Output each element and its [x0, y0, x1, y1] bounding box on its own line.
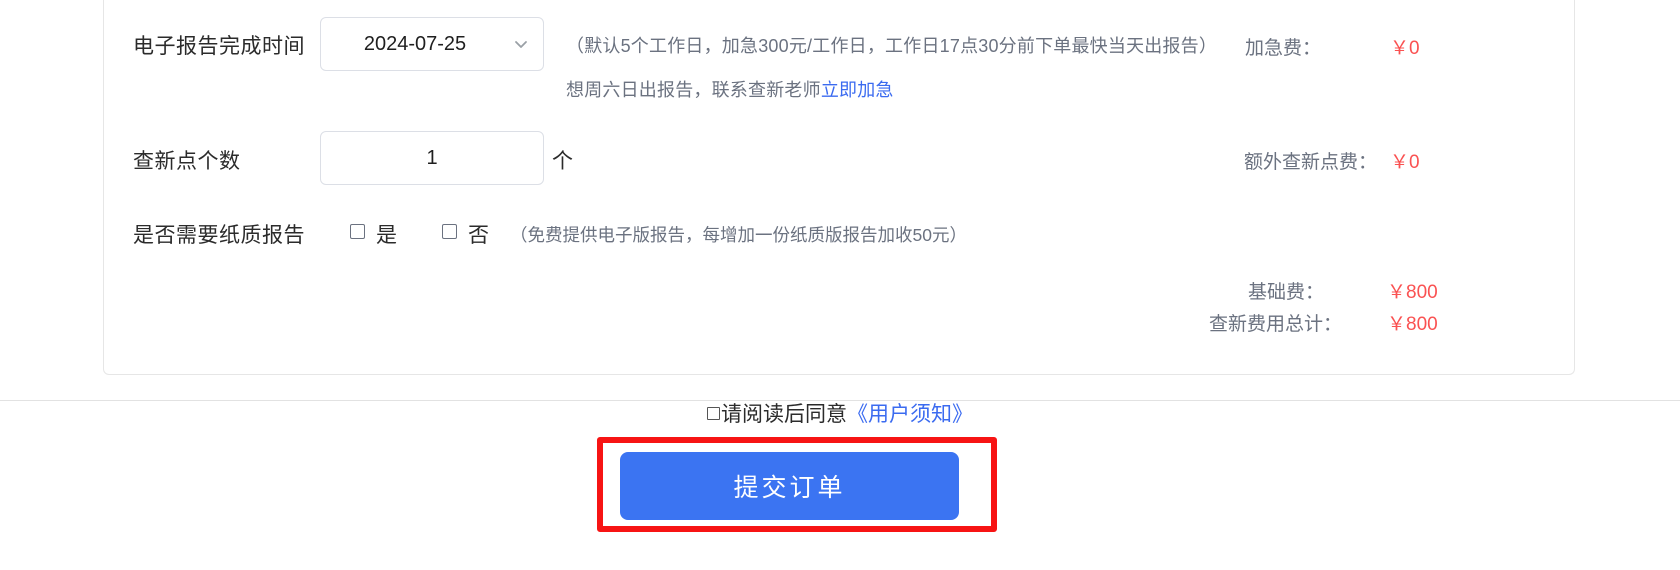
paper-report-note: （免费提供电子版报告，每增加一份纸质版报告加收50元） [510, 225, 967, 245]
novelty-points-label: 查新点个数 [133, 150, 241, 173]
paper-report-yes-checkbox[interactable] [350, 224, 365, 239]
paper-report-yes-label[interactable]: 是 [376, 219, 397, 249]
novelty-points-value: 1 [426, 147, 438, 169]
agreement-row: 请阅读后同意《用户须知》 [0, 398, 1680, 428]
extra-points-fee-value: ￥0 [1390, 152, 1420, 173]
paper-report-no-checkbox[interactable] [442, 224, 457, 239]
paper-report-label: 是否需要纸质报告 [133, 224, 305, 247]
urgent-fee-value: ￥0 [1390, 38, 1420, 59]
urgent-fee-label: 加急费： [1245, 38, 1322, 59]
submit-order-button[interactable]: 提交订单 [620, 452, 959, 520]
base-fee-value: ￥800 [1387, 282, 1438, 303]
report-date-note-line2: 想周六日出报告，联系查新老师立即加急 [566, 76, 894, 102]
report-date-note-line2-text: 想周六日出报告，联系查新老师 [566, 80, 821, 100]
extra-points-fee-label: 额外查新点费： [1244, 152, 1378, 173]
novelty-points-unit: 个 [552, 150, 573, 173]
base-fee-label: 基础费： [1248, 282, 1325, 303]
agreement-checkbox[interactable] [707, 407, 720, 420]
novelty-points-input[interactable]: 1 [320, 131, 544, 185]
total-fee-value: ￥800 [1387, 314, 1438, 335]
report-date-note-line1: （默认5个工作日，加急300元/工作日，工作日17点30分前下单最快当天出报告） [566, 36, 1218, 56]
total-fee-label: 查新费用总计： [1209, 314, 1343, 335]
user-notice-link[interactable]: 《用户须知》 [847, 403, 973, 426]
urgent-link[interactable]: 立即加急 [821, 80, 894, 100]
report-date-label: 电子报告完成时间 [133, 35, 305, 58]
report-date-value: 2024-07-25 [363, 33, 467, 55]
agreement-text: 请阅读后同意 [721, 403, 847, 426]
chevron-down-icon [513, 36, 529, 52]
report-date-select[interactable]: 2024-07-25 [320, 17, 544, 71]
paper-report-no-label[interactable]: 否 [468, 219, 489, 249]
